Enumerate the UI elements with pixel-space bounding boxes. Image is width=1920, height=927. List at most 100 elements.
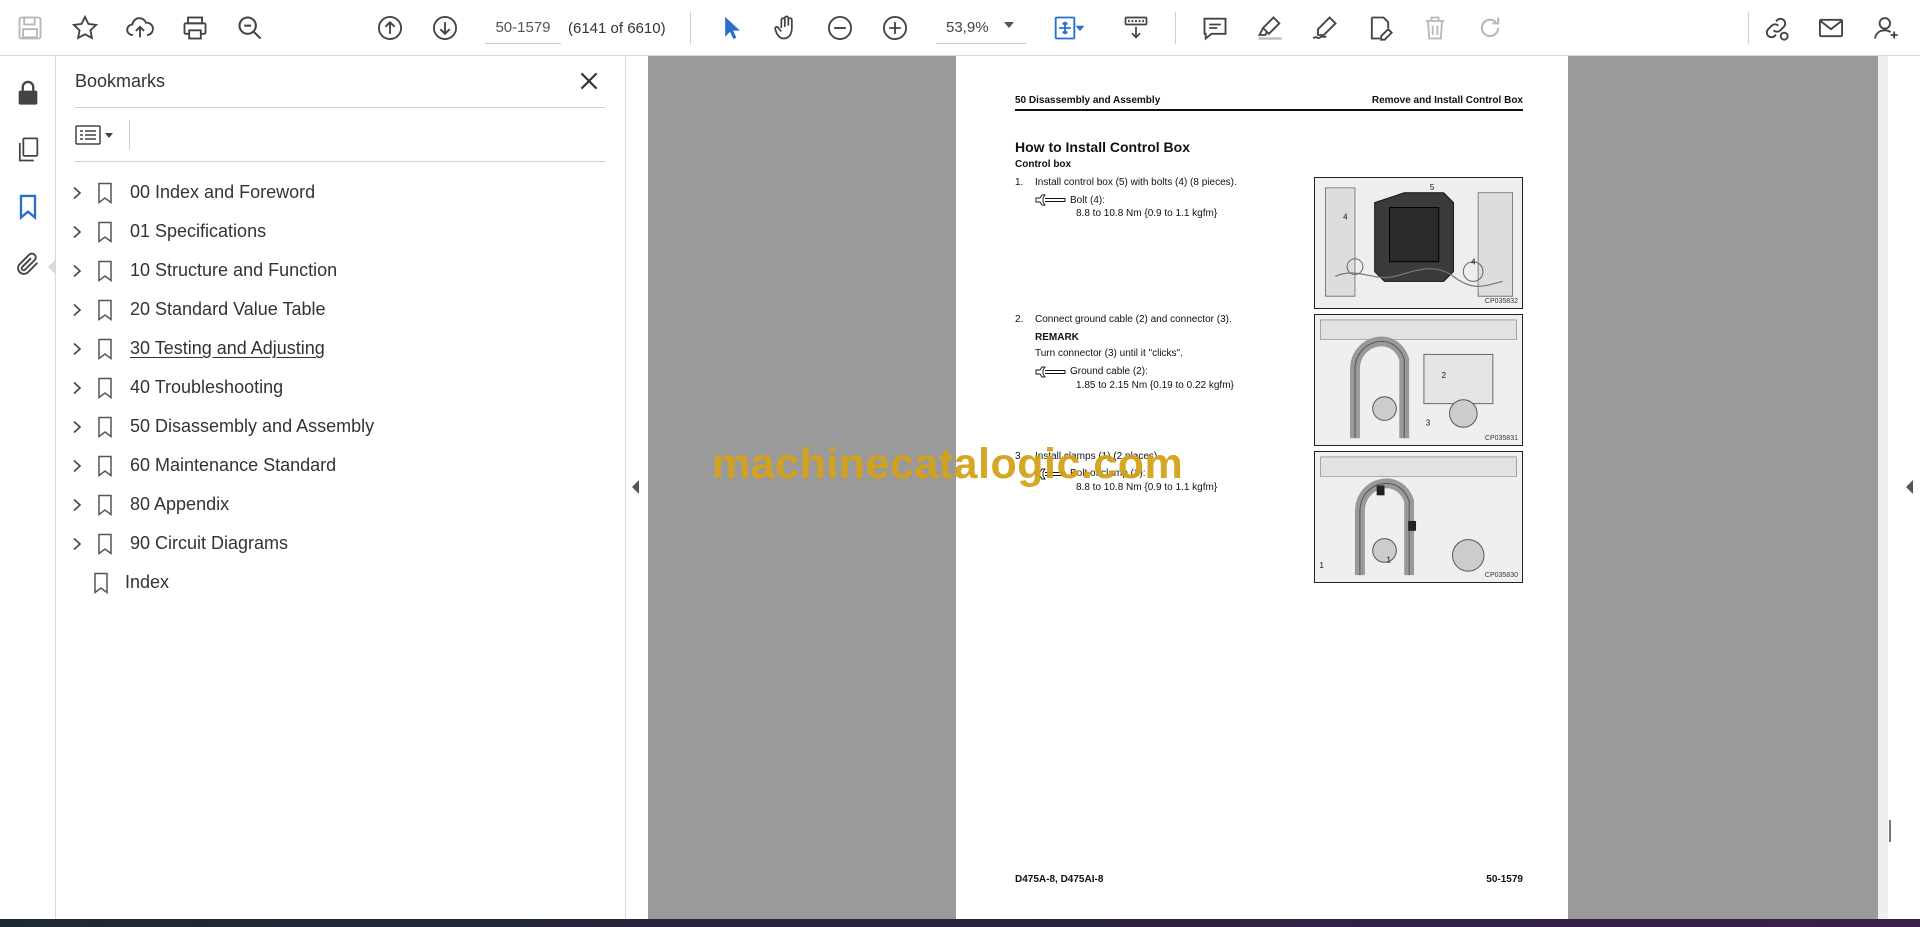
hand-icon[interactable]	[768, 10, 804, 46]
page-down-icon[interactable]	[427, 10, 463, 46]
remark-text: Turn connector (3) until it "clicks".	[1035, 348, 1183, 359]
star-icon[interactable]	[67, 10, 103, 46]
bookmark-label: 80 Appendix	[130, 494, 230, 514]
chevron-right-icon[interactable]	[70, 498, 84, 512]
bookmark-label: 10 Structure and Function	[130, 260, 338, 280]
highlight-icon[interactable]	[1252, 10, 1288, 46]
torque-value: 8.8 to 10.8 Nm {0.9 to 1.1 kgfm}	[1076, 208, 1218, 219]
chevron-right-icon[interactable]	[70, 303, 84, 317]
print-icon[interactable]	[177, 10, 213, 46]
panel-divider	[75, 161, 605, 162]
bookmark-label: 20 Standard Value Table	[130, 299, 326, 319]
bookmark-label: 40 Troubleshooting	[130, 377, 284, 397]
bookmark-item[interactable]: 50 Disassembly and Assembly	[56, 407, 616, 446]
watermark-text: machinecatalogic.com	[712, 440, 1184, 488]
bookmark-item[interactable]: 10 Structure and Function	[56, 251, 616, 290]
zoom-out-icon[interactable]	[822, 10, 858, 46]
zoom-in-icon[interactable]	[877, 10, 913, 46]
torque-label: Bolt (4):	[1070, 195, 1106, 206]
chevron-right-icon[interactable]	[70, 264, 84, 278]
panel-divider	[75, 107, 605, 108]
save-icon[interactable]	[12, 10, 48, 46]
search-zoom-icon[interactable]	[232, 10, 268, 46]
page-footer-model: D475A-8, D475AI-8	[1015, 874, 1104, 885]
fit-page-dropdown-icon[interactable]	[1071, 10, 1089, 46]
page-header-section: 50 Disassembly and Assembly	[1015, 95, 1161, 106]
bookmark-label: 01 Specifications	[130, 221, 267, 241]
scroll-mode-icon[interactable]	[1118, 10, 1154, 46]
step-number: 2.	[1015, 314, 1024, 325]
chevron-right-icon[interactable]	[70, 342, 84, 356]
mail-icon[interactable]	[1813, 10, 1849, 46]
vertical-scrollbar[interactable]	[1878, 56, 1888, 919]
page-title: How to Install Control Box	[1015, 139, 1190, 155]
zoom-level-select[interactable]: 53,9%	[936, 12, 1026, 44]
chevron-right-icon[interactable]	[70, 381, 84, 395]
page-header-topic: Remove and Install Control Box	[1371, 95, 1523, 106]
chevron-right-icon[interactable]	[70, 420, 84, 434]
expand-right-panel-icon[interactable]	[1906, 480, 1913, 494]
active-panel-indicator	[48, 259, 56, 275]
upload-icon[interactable]	[122, 10, 158, 46]
bookmarks-panel-title: Bookmarks	[75, 71, 166, 91]
bookmark-flag-icon	[98, 221, 112, 243]
bookmark-item[interactable]: 01 Specifications	[56, 212, 616, 251]
bookmark-item[interactable]: 80 Appendix	[56, 485, 616, 524]
bookmark-label: 60 Maintenance Standard	[130, 455, 337, 475]
chevron-right-icon[interactable]	[70, 459, 84, 473]
edit-text-icon[interactable]	[1362, 10, 1398, 46]
page-header-rule	[1015, 109, 1523, 111]
bookmark-flag-icon	[94, 572, 108, 594]
pdf-viewer-window: 50-1579 (6141 of 6610) 53,9% Bookmarks 0…	[0, 0, 1920, 927]
bookmark-flag-icon	[98, 299, 112, 321]
toolbar-divider	[1175, 12, 1176, 44]
bookmark-flag-icon	[98, 182, 112, 204]
collapse-left-panel-icon[interactable]	[632, 480, 639, 494]
callout-label: 5	[1430, 183, 1435, 192]
bookmark-label: 50 Disassembly and Assembly	[130, 416, 375, 436]
bookmark-flag-icon	[98, 338, 112, 360]
callout-label: 4	[1471, 258, 1476, 267]
bookmark-item[interactable]: 20 Standard Value Table	[56, 290, 616, 329]
pages-icon[interactable]	[10, 132, 46, 168]
comment-icon[interactable]	[1197, 10, 1233, 46]
navigation-rail	[0, 56, 56, 919]
chevron-right-icon[interactable]	[70, 225, 84, 239]
account-icon[interactable]	[1868, 10, 1904, 46]
bookmark-options-button[interactable]	[75, 120, 123, 150]
control-box-illustration: 5 4 4	[1315, 178, 1522, 308]
chevron-right-icon[interactable]	[70, 186, 84, 200]
page-count-label: (6141 of 6610)	[568, 19, 666, 37]
bookmark-item[interactable]: Index	[56, 563, 616, 602]
torque-wrench-icon	[1035, 366, 1066, 378]
bookmark-label: 90 Circuit Diagrams	[130, 533, 289, 553]
chevron-right-icon[interactable]	[70, 537, 84, 551]
redo-icon[interactable]	[1472, 10, 1508, 46]
bookmark-item[interactable]: 30 Testing and Adjusting	[56, 329, 616, 368]
bookmark-item[interactable]: 90 Circuit Diagrams	[56, 524, 616, 563]
delete-icon[interactable]	[1417, 10, 1453, 46]
bookmark-item[interactable]: 00 Index and Foreword	[56, 173, 616, 212]
callout-label: 2	[1442, 371, 1446, 380]
close-icon[interactable]	[576, 68, 602, 94]
share-link-icon[interactable]	[1758, 10, 1794, 46]
scrollbar-thumb[interactable]	[1889, 820, 1891, 842]
bookmark-flag-icon	[98, 377, 112, 399]
bookmark-item[interactable]: 60 Maintenance Standard	[56, 446, 616, 485]
clamps-illustration: 1 1	[1315, 452, 1522, 582]
bookmark-icon[interactable]	[10, 189, 46, 225]
figure-code: CP035831	[1484, 435, 1518, 442]
figure-control-box: 5 4 4 CP035832	[1314, 177, 1523, 309]
select-arrow-icon[interactable]	[713, 10, 749, 46]
figure-clamps: 1 1 CP035830	[1314, 451, 1523, 583]
figure-code: CP035832	[1484, 298, 1518, 305]
attachment-icon[interactable]	[10, 246, 46, 282]
page-footer-number: 50-1579	[1486, 874, 1523, 885]
lock-icon[interactable]	[10, 75, 46, 111]
sign-icon[interactable]	[1307, 10, 1343, 46]
bookmark-item[interactable]: 40 Troubleshooting	[56, 368, 616, 407]
zoom-dropdown-caret-icon[interactable]	[1004, 22, 1014, 28]
ground-cable-illustration: 2 3	[1315, 315, 1522, 445]
page-number-input[interactable]: 50-1579	[485, 12, 561, 44]
page-up-icon[interactable]	[372, 10, 408, 46]
